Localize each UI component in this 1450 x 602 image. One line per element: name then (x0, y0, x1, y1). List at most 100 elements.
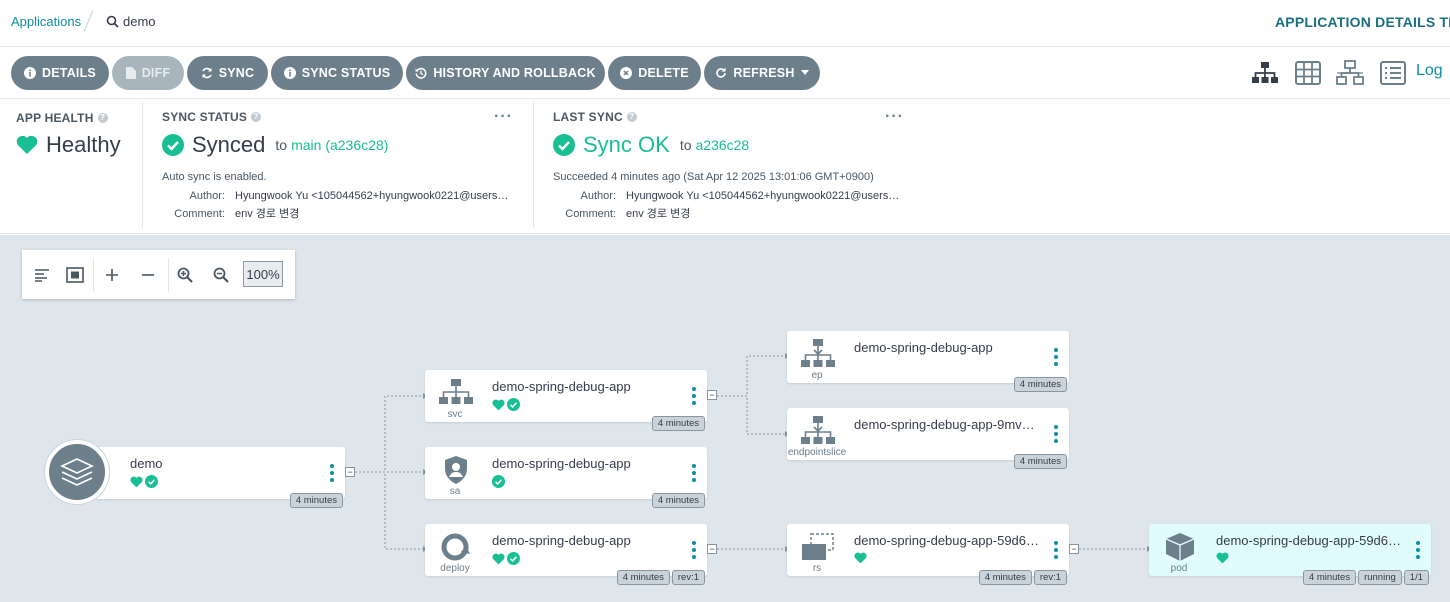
breadcrumb-separator (83, 10, 94, 32)
node-name: demo-spring-debug-app (492, 533, 631, 548)
edge-app-svc (355, 395, 423, 473)
app-node-status (130, 475, 158, 488)
node-menu-icon[interactable] (1416, 541, 1420, 562)
history-rollback-button[interactable]: HISTORY AND ROLLBACK (406, 56, 605, 90)
node-badges: 4 minutes (289, 493, 343, 508)
author-value: Hyungwook Yu <105044562+hyungwook0221@us… (235, 190, 509, 202)
node-kind: deploy (440, 563, 470, 574)
node-menu-icon[interactable] (1054, 425, 1058, 446)
sync-status-button[interactable]: SYNC STATUS (271, 56, 403, 90)
comment-value: env 경로 변경 (626, 208, 691, 220)
age-badge: 4 minutes (1302, 570, 1357, 585)
node-menu-icon[interactable] (1054, 348, 1058, 369)
node-menu-icon[interactable] (692, 464, 696, 485)
node-menu-icon[interactable] (692, 541, 696, 562)
service-icon (437, 378, 475, 408)
tree-view-icon[interactable] (1251, 60, 1279, 86)
sync-icon (202, 67, 212, 79)
delete-button[interactable]: DELETE (608, 56, 701, 90)
rs-node[interactable]: rs demo-spring-debug-app-59d6… 4 minutes… (787, 524, 1069, 585)
node-status (854, 552, 867, 564)
more-icon[interactable]: ··· (494, 109, 513, 125)
more-icon[interactable]: ··· (885, 109, 904, 125)
sync-revision-link[interactable]: main (a236c28) (291, 137, 388, 153)
sync-status-value: Synced to main (a236c28) (162, 132, 388, 158)
collapse-toggle[interactable]: − (707, 390, 717, 400)
history-icon (415, 67, 427, 79)
sync-button[interactable]: SYNC (187, 56, 268, 90)
sa-node[interactable]: sa demo-spring-debug-app 4 minutes (425, 447, 707, 508)
network-view-icon[interactable] (1336, 60, 1364, 86)
edge-svc-ep (717, 355, 785, 397)
node-menu-icon[interactable] (1054, 541, 1058, 562)
collapse-toggle[interactable]: − (707, 544, 717, 554)
app-health-value: Healthy (16, 132, 121, 158)
last-sync-label: Sync OK (583, 132, 670, 157)
status-badge: running (1358, 570, 1402, 585)
breadcrumb-applications-link[interactable]: Applications (11, 14, 81, 29)
history-label: HISTORY AND ROLLBACK (433, 66, 596, 80)
pod-icon (1161, 532, 1199, 562)
file-icon (125, 67, 136, 79)
deployment-icon (437, 532, 475, 562)
refresh-button[interactable]: REFRESH (704, 56, 820, 90)
check-circle-icon (553, 134, 575, 156)
breadcrumb-current-label: demo (123, 14, 156, 29)
app-health-label: Healthy (46, 132, 121, 157)
collapse-toggle[interactable]: − (1069, 544, 1079, 554)
delete-icon (620, 67, 633, 79)
node-kind: sa (449, 486, 461, 497)
details-button[interactable]: DETAILS (11, 56, 109, 90)
auto-sync-text: Auto sync is enabled. (162, 171, 267, 183)
svc-node[interactable]: svc demo-spring-debug-app 4 minutes (425, 370, 707, 431)
logs-link[interactable]: Log (1416, 62, 1443, 80)
status-panel: APP HEALTH ? Healthy SYNC STATUS ? ··· S… (0, 99, 1450, 234)
sync-status-title: SYNC STATUS (162, 110, 248, 124)
last-sync-revision-link[interactable]: a236c28 (696, 137, 750, 153)
age-badge: 4 minutes (651, 493, 705, 508)
check-circle-icon (507, 552, 520, 565)
help-icon[interactable]: ? (626, 112, 637, 122)
deploy-node[interactable]: deploy demo-spring-debug-app 4 minutes r… (425, 524, 707, 585)
info-icon (24, 67, 37, 79)
author-label: Author: (580, 190, 616, 202)
divider (142, 102, 143, 228)
pod-node[interactable]: pod demo-spring-debug-app-59d6… 4 minute… (1149, 524, 1431, 585)
pods-view-icon[interactable] (1294, 60, 1322, 86)
diff-button[interactable]: DIFF (112, 56, 184, 90)
node-status (492, 475, 505, 488)
node-name: demo-spring-debug-app-59d6… (854, 533, 1040, 548)
node-menu-icon[interactable] (330, 464, 334, 485)
caret-down-icon (800, 70, 809, 75)
revision-badge: rev:1 (1033, 570, 1067, 585)
list-view-icon[interactable] (1379, 60, 1407, 86)
diff-label: DIFF (141, 66, 171, 80)
endpointslice-icon (799, 416, 837, 446)
check-circle-icon (145, 475, 158, 488)
action-bar: DETAILS DIFF SYNC SYNC STATUS HISTORY AN… (0, 47, 1450, 99)
node-status (492, 552, 520, 565)
edge-app-deploy (355, 471, 423, 550)
app-node[interactable]: demo 4 minutes (95, 447, 345, 508)
check-circle-icon (162, 134, 184, 156)
endpoints-icon (799, 339, 837, 369)
collapse-toggle[interactable]: − (345, 467, 355, 477)
help-icon[interactable]: ? (97, 113, 108, 123)
top-bar: Applications demo APPLICATION DETAILS TR (0, 0, 1450, 47)
refresh-icon (716, 67, 727, 78)
node-kind: pod (1170, 563, 1188, 574)
ep-node[interactable]: ep demo-spring-debug-app 4 minutes (787, 331, 1069, 392)
breadcrumb-current[interactable]: demo (106, 14, 156, 29)
last-sync-to-text: to (679, 137, 692, 153)
help-icon[interactable]: ? (251, 112, 262, 122)
ready-badge: 1/1 (1403, 570, 1429, 585)
node-menu-icon[interactable] (692, 387, 696, 408)
age-badge: 4 minutes (1013, 377, 1067, 392)
app-health-section-title: APP HEALTH ? (16, 111, 108, 125)
node-name: demo-spring-debug-app (492, 379, 631, 394)
age-badge: 4 minutes (978, 570, 1032, 585)
revision-badge: rev:1 (671, 570, 705, 585)
heart-icon (1216, 552, 1229, 564)
endpointslice-node[interactable]: endpointslice demo-spring-debug-app-9mv…… (787, 408, 1069, 469)
last-sync-section-title: LAST SYNC ? (553, 110, 637, 124)
